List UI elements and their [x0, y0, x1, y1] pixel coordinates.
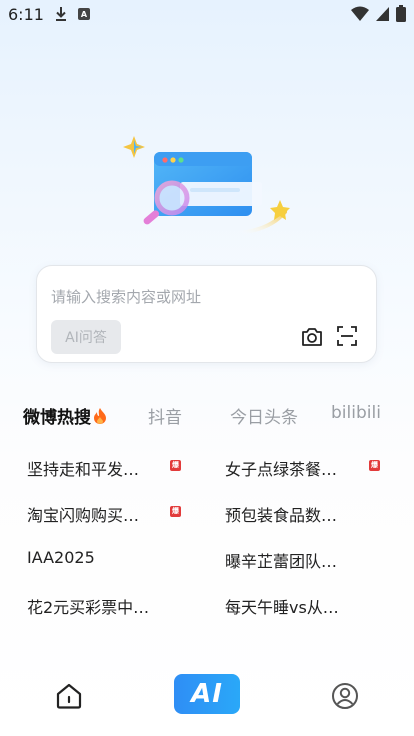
signal-icon: [376, 6, 389, 21]
search-input[interactable]: [51, 286, 301, 308]
hot-search-tabs: 微博热搜 抖音 今日头条 bilibili: [0, 400, 414, 430]
ai-qa-button[interactable]: AI问答: [51, 320, 121, 354]
list-item[interactable]: 花2元买彩票中…: [27, 594, 149, 618]
tab-toutiao[interactable]: 今日头条: [230, 403, 298, 428]
hot-badge: 爆: [170, 506, 181, 517]
tab-douyin[interactable]: 抖音: [148, 403, 182, 428]
home-icon[interactable]: [55, 682, 83, 710]
status-bar: 6:11 A: [0, 0, 414, 30]
user-icon[interactable]: [331, 682, 359, 710]
tab-bilibili[interactable]: bilibili: [331, 403, 381, 423]
bottom-nav: AI: [0, 660, 414, 736]
wifi-icon: [351, 6, 369, 21]
list-item[interactable]: 每天午睡vs从…: [225, 594, 339, 618]
status-time: 6:11: [8, 5, 44, 24]
list-item[interactable]: 坚持走和平发…: [27, 456, 139, 480]
list-item[interactable]: IAA2025: [27, 548, 95, 567]
hot-badge: 爆: [170, 460, 181, 471]
list-item[interactable]: 曝辛芷蕾团队…: [225, 548, 337, 572]
hot-badge: 爆: [369, 460, 380, 471]
battery-icon: [396, 5, 406, 22]
search-card: AI问答: [36, 265, 377, 363]
fire-icon: [94, 408, 106, 424]
ai-tab[interactable]: AI: [174, 674, 240, 714]
hero-illustration: [123, 136, 290, 235]
tab-weibo[interactable]: 微博热搜: [23, 403, 108, 428]
download-icon: [56, 7, 66, 21]
status-indicators: [351, 5, 406, 22]
list-item[interactable]: 女子点绿茶餐…: [225, 456, 337, 480]
scan-icon[interactable]: [337, 326, 357, 346]
list-item[interactable]: 淘宝闪购购买…: [27, 502, 139, 526]
tab-label: 微博热搜: [23, 408, 91, 428]
list-item[interactable]: 预包装食品数…: [225, 502, 337, 526]
notification-icon: A: [78, 8, 90, 20]
camera-icon[interactable]: [301, 327, 323, 347]
